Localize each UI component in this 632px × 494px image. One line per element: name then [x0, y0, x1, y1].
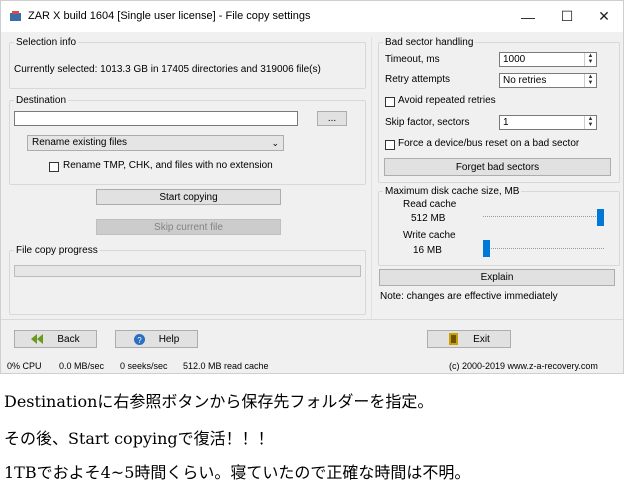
app-icon: [10, 11, 21, 21]
disk-cache-legend: Maximum disk cache size, MB: [385, 186, 520, 197]
force-reset-label: Force a device/bus reset on a bad sector: [398, 138, 580, 149]
file-copy-progress-bar: [14, 265, 361, 277]
skip-factor-value: 1: [503, 117, 509, 128]
help-icon: ?: [133, 333, 145, 345]
write-cache-slider-track[interactable]: [483, 248, 604, 251]
retry-attempts-input[interactable]: No retries ▲ ▼: [499, 73, 597, 88]
exit-button[interactable]: Exit: [427, 330, 511, 348]
retry-attempts-label: Retry attempts: [385, 74, 451, 85]
existing-files-mode-value: Rename existing files: [32, 137, 128, 148]
avoid-retries-label: Avoid repeated retries: [398, 95, 496, 106]
destination-path-input[interactable]: [14, 111, 298, 126]
file-copy-progress-legend: File copy progress: [16, 245, 98, 256]
skip-factor-spinner[interactable]: ▲ ▼: [584, 116, 596, 129]
status-read-cache: 512.0 MB read cache: [183, 361, 269, 371]
destination-legend: Destination: [16, 95, 67, 106]
window-title: ZAR X build 1604 [Single user license] -…: [28, 10, 311, 22]
exit-door-icon: [449, 333, 459, 345]
write-cache-value: 16 MB: [413, 245, 442, 256]
title-bar: ZAR X build 1604 [Single user license] -…: [1, 1, 623, 32]
caption-line-3: 1TBでおよそ4~5時間くらい。寝ていたので正確な時間は不明。: [4, 463, 471, 482]
close-button[interactable]: ✕: [585, 1, 623, 32]
force-reset-checkbox[interactable]: [385, 140, 395, 150]
browse-button[interactable]: ...: [317, 111, 347, 126]
exit-label: Exit: [473, 333, 490, 345]
bad-sector-legend: Bad sector handling: [385, 37, 474, 48]
start-copying-button[interactable]: Start copying: [96, 189, 281, 205]
selection-summary: Currently selected: 1013.3 GB in 17405 d…: [14, 64, 321, 75]
rename-tmp-checkbox[interactable]: [49, 162, 59, 172]
retry-attempts-value: No retries: [503, 75, 547, 86]
selection-info-legend: Selection info: [16, 37, 77, 48]
selection-info-group: Selection info: [9, 37, 366, 89]
timeout-input[interactable]: 1000 ▲ ▼: [499, 52, 597, 67]
retry-attempts-spinner[interactable]: ▲ ▼: [584, 74, 596, 87]
cache-note: Note: changes are effective immediately: [380, 291, 558, 302]
caption-line-1: Destinationに右参照ボタンから保存先フォルダーを指定。: [4, 392, 434, 411]
minimize-button[interactable]: —: [509, 1, 547, 32]
status-seeks: 0 seeks/sec: [120, 361, 168, 371]
status-copyright: (c) 2000-2019 www.z-a-recovery.com: [449, 361, 598, 371]
write-cache-slider-thumb[interactable]: [483, 240, 490, 257]
timeout-spinner[interactable]: ▲ ▼: [584, 53, 596, 66]
app-window: ZAR X build 1604 [Single user license] -…: [0, 0, 624, 374]
skip-current-file-button[interactable]: Skip current file: [96, 219, 281, 235]
skip-factor-label: Skip factor, sectors: [385, 117, 470, 128]
read-cache-slider-thumb[interactable]: [597, 209, 604, 226]
caption-line-2: その後、Start copyingで復活！！！: [4, 429, 274, 448]
back-arrow-icon: [31, 334, 44, 344]
bottom-divider: [1, 319, 623, 320]
explain-button[interactable]: Explain: [379, 269, 615, 286]
rename-tmp-label: Rename TMP, CHK, and files with no exten…: [63, 160, 273, 171]
status-cpu: 0% CPU: [7, 361, 42, 371]
column-divider: [371, 37, 372, 319]
file-copy-progress-group: File copy progress: [9, 245, 366, 315]
back-button[interactable]: Back: [14, 330, 97, 348]
timeout-label: Timeout, ms: [385, 54, 440, 65]
help-label: Help: [158, 333, 180, 345]
avoid-retries-checkbox[interactable]: [385, 97, 395, 107]
maximize-button[interactable]: ☐: [548, 1, 586, 32]
timeout-value: 1000: [503, 54, 526, 65]
forget-bad-sectors-button[interactable]: Forget bad sectors: [384, 158, 611, 176]
existing-files-mode-select[interactable]: Rename existing files ⌄: [27, 135, 284, 151]
chevron-down-icon: ⌄: [271, 138, 279, 148]
write-cache-label: Write cache: [403, 230, 456, 241]
read-cache-slider-track[interactable]: [483, 216, 604, 219]
read-cache-value: 512 MB: [411, 213, 446, 224]
help-button[interactable]: ? Help: [115, 330, 198, 348]
skip-factor-input[interactable]: 1 ▲ ▼: [499, 115, 597, 130]
status-speed: 0.0 MB/sec: [59, 361, 105, 371]
svg-text:?: ?: [137, 336, 142, 345]
read-cache-label: Read cache: [403, 199, 457, 210]
back-label: Back: [57, 333, 80, 345]
